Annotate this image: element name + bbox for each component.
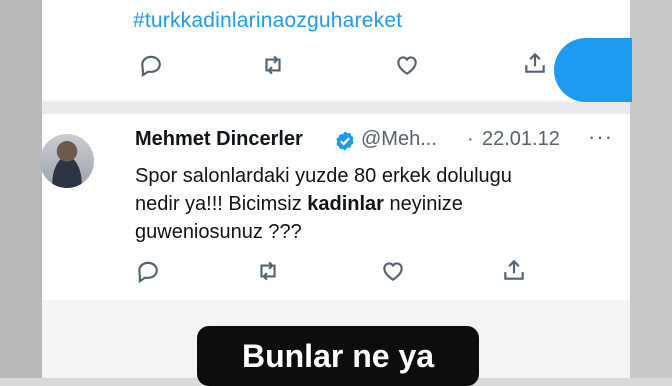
retweet-icon[interactable]	[260, 52, 286, 78]
compose-button[interactable]	[554, 38, 632, 102]
more-icon[interactable]: ···	[588, 124, 613, 150]
reply-icon[interactable]	[135, 258, 161, 284]
like-icon[interactable]	[380, 258, 406, 284]
tweet-text-line-1: Spor salonlardaki yuzde 80 erkek dolulug…	[135, 165, 512, 187]
tweet-text-line-2-start: nedir ya!!! Bicimsiz	[135, 193, 308, 215]
hashtag-link[interactable]: #turkkadinlarinaozguhareket	[133, 9, 402, 33]
tweet-text-line-3: guweniosunuz ???	[135, 221, 302, 243]
share-icon[interactable]	[522, 50, 548, 76]
tweet-text-bold-word: kadinlar	[307, 193, 384, 215]
tweet-text: Spor salonlardaki yuzde 80 erkek dolulug…	[135, 162, 605, 246]
retweet-icon[interactable]	[255, 258, 281, 284]
tweet-divider	[42, 102, 630, 114]
tweet-text-line-2-end: neyinize	[383, 193, 463, 215]
story-caption: Bunlar ne ya	[197, 326, 479, 386]
tweet-date[interactable]: 22.01.12	[482, 128, 560, 151]
reply-icon[interactable]	[138, 52, 164, 78]
tweet[interactable]: Mehmet Dincerler @Meh... · 22.01.12 ··· …	[40, 114, 630, 300]
avatar[interactable]	[40, 134, 94, 188]
author-handle[interactable]: @Meh...	[361, 128, 437, 151]
verified-badge-icon	[336, 131, 354, 151]
dot-separator: ·	[467, 128, 474, 150]
author-name[interactable]: Mehmet Dincerler	[135, 128, 303, 151]
tweet-text-line-2: nedir ya!!! Bicimsiz kadinlar neyinize	[135, 190, 605, 218]
screen: #turkkadinlarinaozguhareket Mehmet Dince…	[40, 0, 632, 378]
left-edge	[0, 0, 42, 378]
previous-tweet[interactable]: #turkkadinlarinaozguhareket	[42, 0, 632, 102]
share-icon[interactable]	[501, 257, 527, 283]
right-edge	[630, 0, 672, 378]
like-icon[interactable]	[394, 52, 420, 78]
